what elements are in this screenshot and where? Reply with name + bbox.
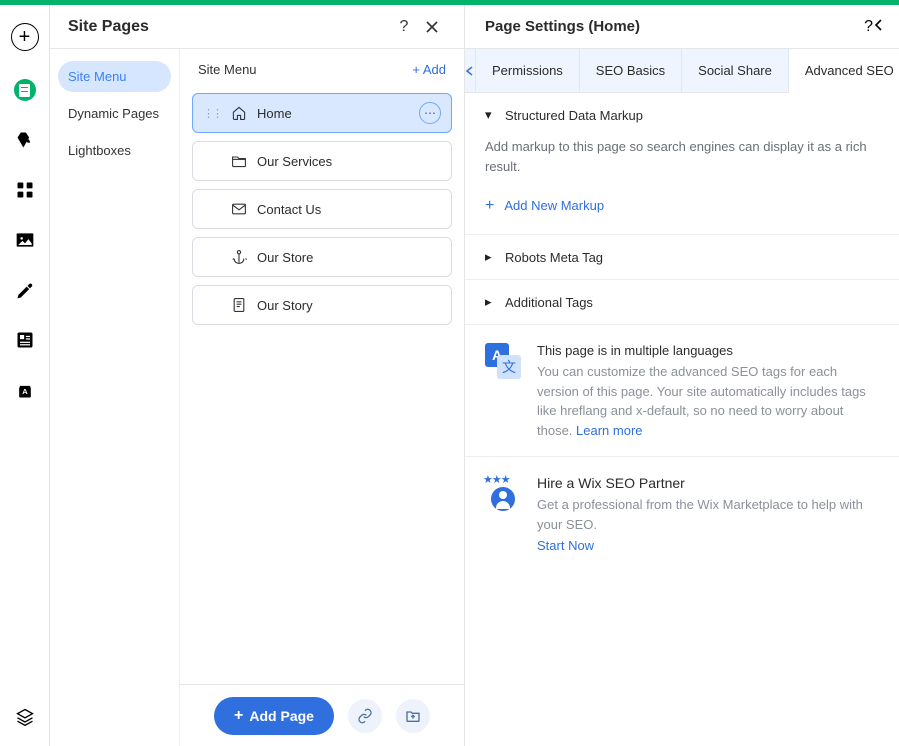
pages-icon[interactable]	[14, 79, 36, 101]
folder-icon	[231, 153, 247, 169]
pages-list-panel: Site Menu + Add ⋮⋮ Home ⋯ ⋮⋮ Our Service…	[180, 49, 464, 746]
seo-partner-icon: ★★★	[485, 475, 521, 511]
add-menu-item[interactable]: + Add	[412, 62, 446, 77]
page-name: Contact Us	[257, 202, 409, 217]
nav-dynamic-pages[interactable]: Dynamic Pages	[58, 98, 171, 129]
home-icon	[231, 105, 247, 121]
apps-icon[interactable]	[14, 179, 36, 201]
help-icon[interactable]: ?	[390, 13, 418, 41]
section-structured-data[interactable]: ▾ Structured Data Markup	[465, 93, 899, 137]
page-settings-panel: Page Settings (Home) ? Permissions SEO B…	[465, 5, 899, 746]
page-row-contact[interactable]: ⋮⋮ Contact Us ⋯	[192, 189, 452, 229]
help-icon[interactable]: ?	[864, 18, 873, 36]
anchor-icon	[231, 249, 247, 265]
site-pages-panel: Site Pages ? Site Menu Dynamic Pages Lig…	[50, 5, 465, 746]
learn-more-link[interactable]: Learn more	[576, 423, 642, 438]
settings-tabs: Permissions SEO Basics Social Share Adva…	[465, 49, 899, 93]
page-row-store[interactable]: ⋮⋮ Our Store ⋯	[192, 237, 452, 277]
tab-seo-basics[interactable]: SEO Basics	[580, 49, 682, 92]
tab-advanced-seo[interactable]: Advanced SEO	[789, 49, 899, 93]
section-title: Robots Meta Tag	[505, 250, 603, 265]
more-icon[interactable]: ⋯	[419, 102, 441, 124]
caret-down-icon: ▾	[485, 107, 495, 123]
seo-partner-desc: Get a professional from the Wix Marketpl…	[537, 495, 879, 534]
add-page-button[interactable]: +Add Page	[214, 697, 334, 735]
add-markup-button[interactable]: + Add New Markup	[485, 194, 879, 218]
page-settings-title: Page Settings (Home)	[485, 18, 864, 35]
store-icon[interactable]: A	[14, 379, 36, 401]
page-row-story[interactable]: ⋮⋮ Our Story ⋯	[192, 285, 452, 325]
content-icon[interactable]	[14, 329, 36, 351]
page-icon	[231, 297, 247, 313]
drag-handle-icon[interactable]: ⋮⋮	[203, 107, 221, 120]
section-robots[interactable]: ▸ Robots Meta Tag	[465, 235, 899, 279]
design-icon[interactable]	[14, 129, 36, 151]
caret-right-icon: ▸	[485, 249, 495, 265]
nav-site-menu[interactable]: Site Menu	[58, 61, 171, 92]
nav-lightboxes[interactable]: Lightboxes	[58, 135, 171, 166]
page-name: Our Story	[257, 298, 409, 313]
pages-nav: Site Menu Dynamic Pages Lightboxes	[50, 49, 180, 746]
layers-icon[interactable]	[14, 706, 36, 728]
back-icon[interactable]	[873, 18, 885, 36]
section-title: Structured Data Markup	[505, 108, 643, 123]
seo-partner-title: Hire a Wix SEO Partner	[537, 475, 879, 491]
caret-right-icon: ▸	[485, 294, 495, 310]
media-icon[interactable]	[14, 229, 36, 251]
tabs-scroll-left[interactable]	[465, 49, 476, 92]
multilang-icon: A文	[485, 343, 521, 379]
start-now-link[interactable]: Start Now	[537, 538, 879, 553]
tab-social-share[interactable]: Social Share	[682, 49, 789, 92]
tab-permissions[interactable]: Permissions	[476, 49, 580, 92]
add-icon[interactable]: +	[11, 23, 39, 51]
list-title: Site Menu	[198, 62, 412, 77]
page-row-services[interactable]: ⋮⋮ Our Services ⋯	[192, 141, 452, 181]
section-additional[interactable]: ▸ Additional Tags	[465, 280, 899, 324]
section-title: Additional Tags	[505, 295, 593, 310]
page-name: Our Store	[257, 250, 409, 265]
left-rail: + A	[0, 5, 50, 746]
page-name: Home	[257, 106, 409, 121]
page-name: Our Services	[257, 154, 409, 169]
site-pages-title: Site Pages	[68, 18, 390, 36]
add-page-label: Add Page	[249, 708, 314, 724]
blog-icon[interactable]	[14, 279, 36, 301]
section-description: Add markup to this page so search engine…	[485, 137, 879, 176]
add-markup-label: Add New Markup	[504, 196, 604, 216]
svg-text:A: A	[22, 387, 28, 396]
seo-partner-info: ★★★ Hire a Wix SEO Partner Get a profess…	[465, 457, 899, 569]
multilang-info: A文 This page is in multiple languages Yo…	[465, 325, 899, 457]
link-icon[interactable]	[348, 699, 382, 733]
multilang-title: This page is in multiple languages	[537, 343, 879, 358]
folder-action-icon[interactable]	[396, 699, 430, 733]
close-icon[interactable]	[418, 13, 446, 41]
page-row-home[interactable]: ⋮⋮ Home ⋯	[192, 93, 452, 133]
plus-icon: +	[485, 194, 494, 218]
mail-icon	[231, 201, 247, 217]
